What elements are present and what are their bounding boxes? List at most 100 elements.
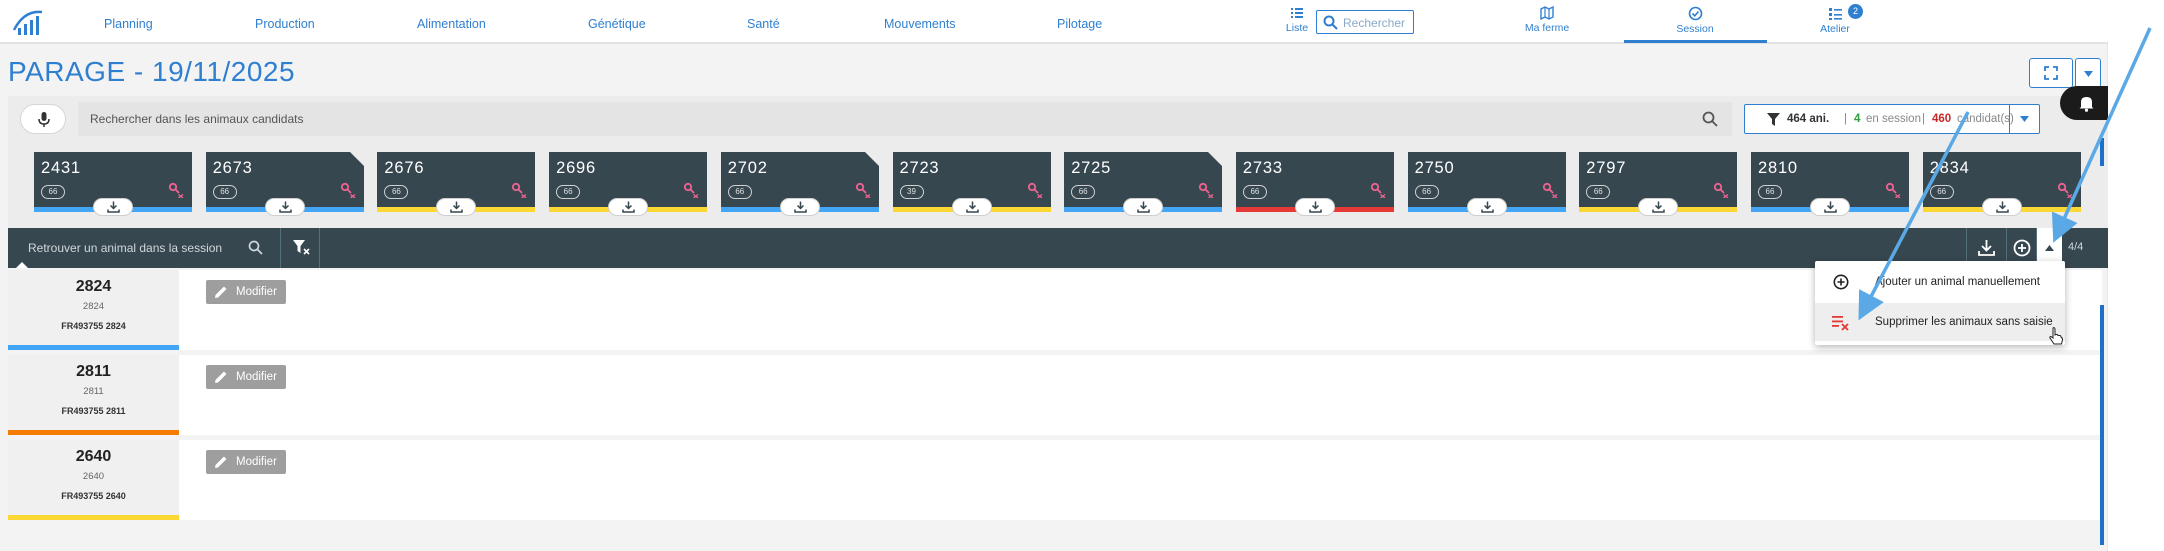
card-add-button[interactable] — [1466, 198, 1507, 216]
nav-pilotage[interactable]: Pilotage — [1057, 17, 1102, 31]
card-badge: 66 — [212, 185, 237, 199]
download-icon — [278, 201, 292, 213]
card-number: 2723 — [899, 159, 940, 177]
key-remove-icon[interactable] — [1713, 182, 1729, 198]
modify-button[interactable]: Modifier — [206, 365, 286, 389]
filter-dropdown-button[interactable] — [2009, 105, 2039, 133]
card-add-button[interactable] — [1638, 198, 1679, 216]
logo-icon[interactable] — [10, 6, 46, 38]
key-remove-icon[interactable] — [1370, 182, 1386, 198]
key-remove-icon[interactable] — [1198, 182, 1214, 198]
candidate-card[interactable]: 2723 39 — [892, 152, 1051, 216]
animal-id-card[interactable]: 2811 2811 FR493755 2811 — [8, 355, 179, 435]
modify-button[interactable]: Modifier — [206, 450, 286, 474]
menu-delete-label: Supprimer les animaux sans saisie — [1875, 316, 2053, 328]
card-add-button[interactable] — [608, 198, 649, 216]
key-remove-icon[interactable] — [511, 182, 527, 198]
notifications-button[interactable] — [2060, 86, 2108, 120]
download-icon — [622, 201, 635, 213]
card-corner-fold — [349, 152, 364, 166]
nav-search-input[interactable]: Rechercher — [1316, 10, 1414, 34]
download-icon — [1995, 201, 2009, 213]
card-add-button[interactable] — [1810, 198, 1850, 216]
key-remove-icon[interactable] — [683, 182, 699, 198]
key-remove-icon[interactable] — [2057, 182, 2073, 198]
filter-candidates-count: 460 — [1932, 113, 1952, 125]
nav-atelier[interactable]: Atelier — [1818, 6, 1852, 35]
candidate-card[interactable]: 2733 66 — [1235, 152, 1394, 216]
candidate-search-input[interactable]: Rechercher dans les animaux candidats — [78, 102, 1732, 136]
card-add-button[interactable] — [93, 198, 133, 216]
candidate-card[interactable]: 2725 66 — [1064, 152, 1223, 216]
download-icon — [1480, 201, 1494, 213]
candidate-card[interactable]: 2676 66 — [377, 152, 536, 216]
microphone-button[interactable] — [20, 104, 66, 134]
filter-animal-count: 464 ani. — [1787, 113, 1830, 125]
key-remove-icon[interactable] — [1027, 182, 1043, 198]
map-icon — [1540, 6, 1554, 20]
list-scrollbar[interactable] — [2100, 305, 2104, 545]
menu-add-animal-manually[interactable]: Ajouter un animal manuellement — [1815, 263, 2065, 301]
key-remove-icon[interactable] — [340, 182, 356, 198]
filter-separator: | — [1844, 113, 1847, 125]
candidate-card[interactable]: 2750 66 — [1407, 152, 1566, 216]
nav-ma-ferme[interactable]: Ma ferme — [1520, 6, 1574, 34]
panel-scrollbar[interactable] — [2100, 138, 2104, 166]
modify-button-label: Modifier — [236, 286, 277, 298]
card-add-button[interactable] — [436, 198, 477, 216]
download-icon — [1978, 240, 1995, 256]
session-search-placeholder[interactable]: Retrouver un animal dans la session — [28, 241, 222, 255]
candidate-filter-summary[interactable]: 464 ani. | 4 en session | 460 candidat(s… — [1744, 104, 2040, 134]
card-add-button[interactable] — [779, 198, 820, 216]
download-icon — [1824, 201, 1837, 213]
nav-sante[interactable]: Santé — [747, 17, 780, 31]
clear-filter-button[interactable] — [280, 228, 320, 268]
card-add-button[interactable] — [1294, 198, 1335, 216]
search-pointer — [16, 262, 28, 268]
animal-id-card[interactable]: 2640 2640 FR493755 2640 — [8, 440, 179, 520]
animal-work-number: 2640 — [82, 471, 105, 482]
session-count: 4/4 — [2068, 241, 2084, 253]
key-remove-icon[interactable] — [1542, 182, 1558, 198]
fullscreen-button[interactable] — [2029, 58, 2073, 88]
animal-number: 2811 — [76, 363, 111, 380]
candidate-card[interactable]: 2797 66 — [1579, 152, 1738, 216]
session-animal-row: 2640 2640 FR493755 2640 Modifier — [8, 440, 2102, 520]
card-badge: 66 — [1414, 185, 1439, 199]
card-add-button[interactable] — [264, 198, 305, 216]
candidate-card[interactable]: 2702 66 — [720, 152, 879, 216]
nav-session[interactable]: Session — [1670, 6, 1720, 35]
search-icon[interactable] — [248, 240, 263, 255]
nav-planning[interactable]: Planning — [104, 17, 153, 31]
candidate-card[interactable]: 2696 66 — [549, 152, 708, 216]
download-icon — [107, 201, 120, 213]
card-badge: 66 — [556, 185, 581, 199]
candidate-card[interactable]: 2810 66 — [1751, 152, 1909, 216]
nav-liste-label: Liste — [1285, 22, 1309, 34]
candidate-card[interactable]: 2834 66 — [1922, 152, 2081, 216]
nav-liste[interactable]: Liste — [1282, 6, 1312, 34]
modify-button[interactable]: Modifier — [206, 280, 286, 304]
nav-genetique[interactable]: Génétique — [588, 17, 646, 31]
animal-id-card[interactable]: 2824 2824 FR493755 2824 — [8, 270, 179, 350]
card-number: 2431 — [41, 159, 81, 177]
key-remove-icon[interactable] — [855, 182, 871, 198]
nav-mouvements[interactable]: Mouvements — [884, 17, 956, 31]
search-icon[interactable] — [1702, 111, 1718, 127]
plus-circle-icon — [2013, 239, 2031, 257]
card-number: 2733 — [1242, 159, 1283, 177]
candidate-card[interactable]: 2431 66 — [34, 152, 192, 216]
key-remove-icon[interactable] — [1885, 182, 1901, 198]
filter-session-label: en session — [1866, 113, 1921, 125]
card-badge: 66 — [1242, 185, 1267, 199]
menu-delete-animals-without-entry[interactable]: Supprimer les animaux sans saisie — [1815, 303, 2065, 341]
title-dropdown-button[interactable] — [2075, 58, 2101, 88]
card-add-button[interactable] — [1981, 198, 2022, 216]
key-remove-icon[interactable] — [168, 182, 184, 198]
card-add-button[interactable] — [951, 198, 992, 216]
nav-production[interactable]: Production — [255, 17, 315, 31]
card-add-button[interactable] — [1123, 198, 1164, 216]
candidate-card[interactable]: 2673 66 — [205, 152, 364, 216]
menu-add-label: Ajouter un animal manuellement — [1875, 276, 2040, 288]
nav-alimentation[interactable]: Alimentation — [417, 17, 486, 31]
